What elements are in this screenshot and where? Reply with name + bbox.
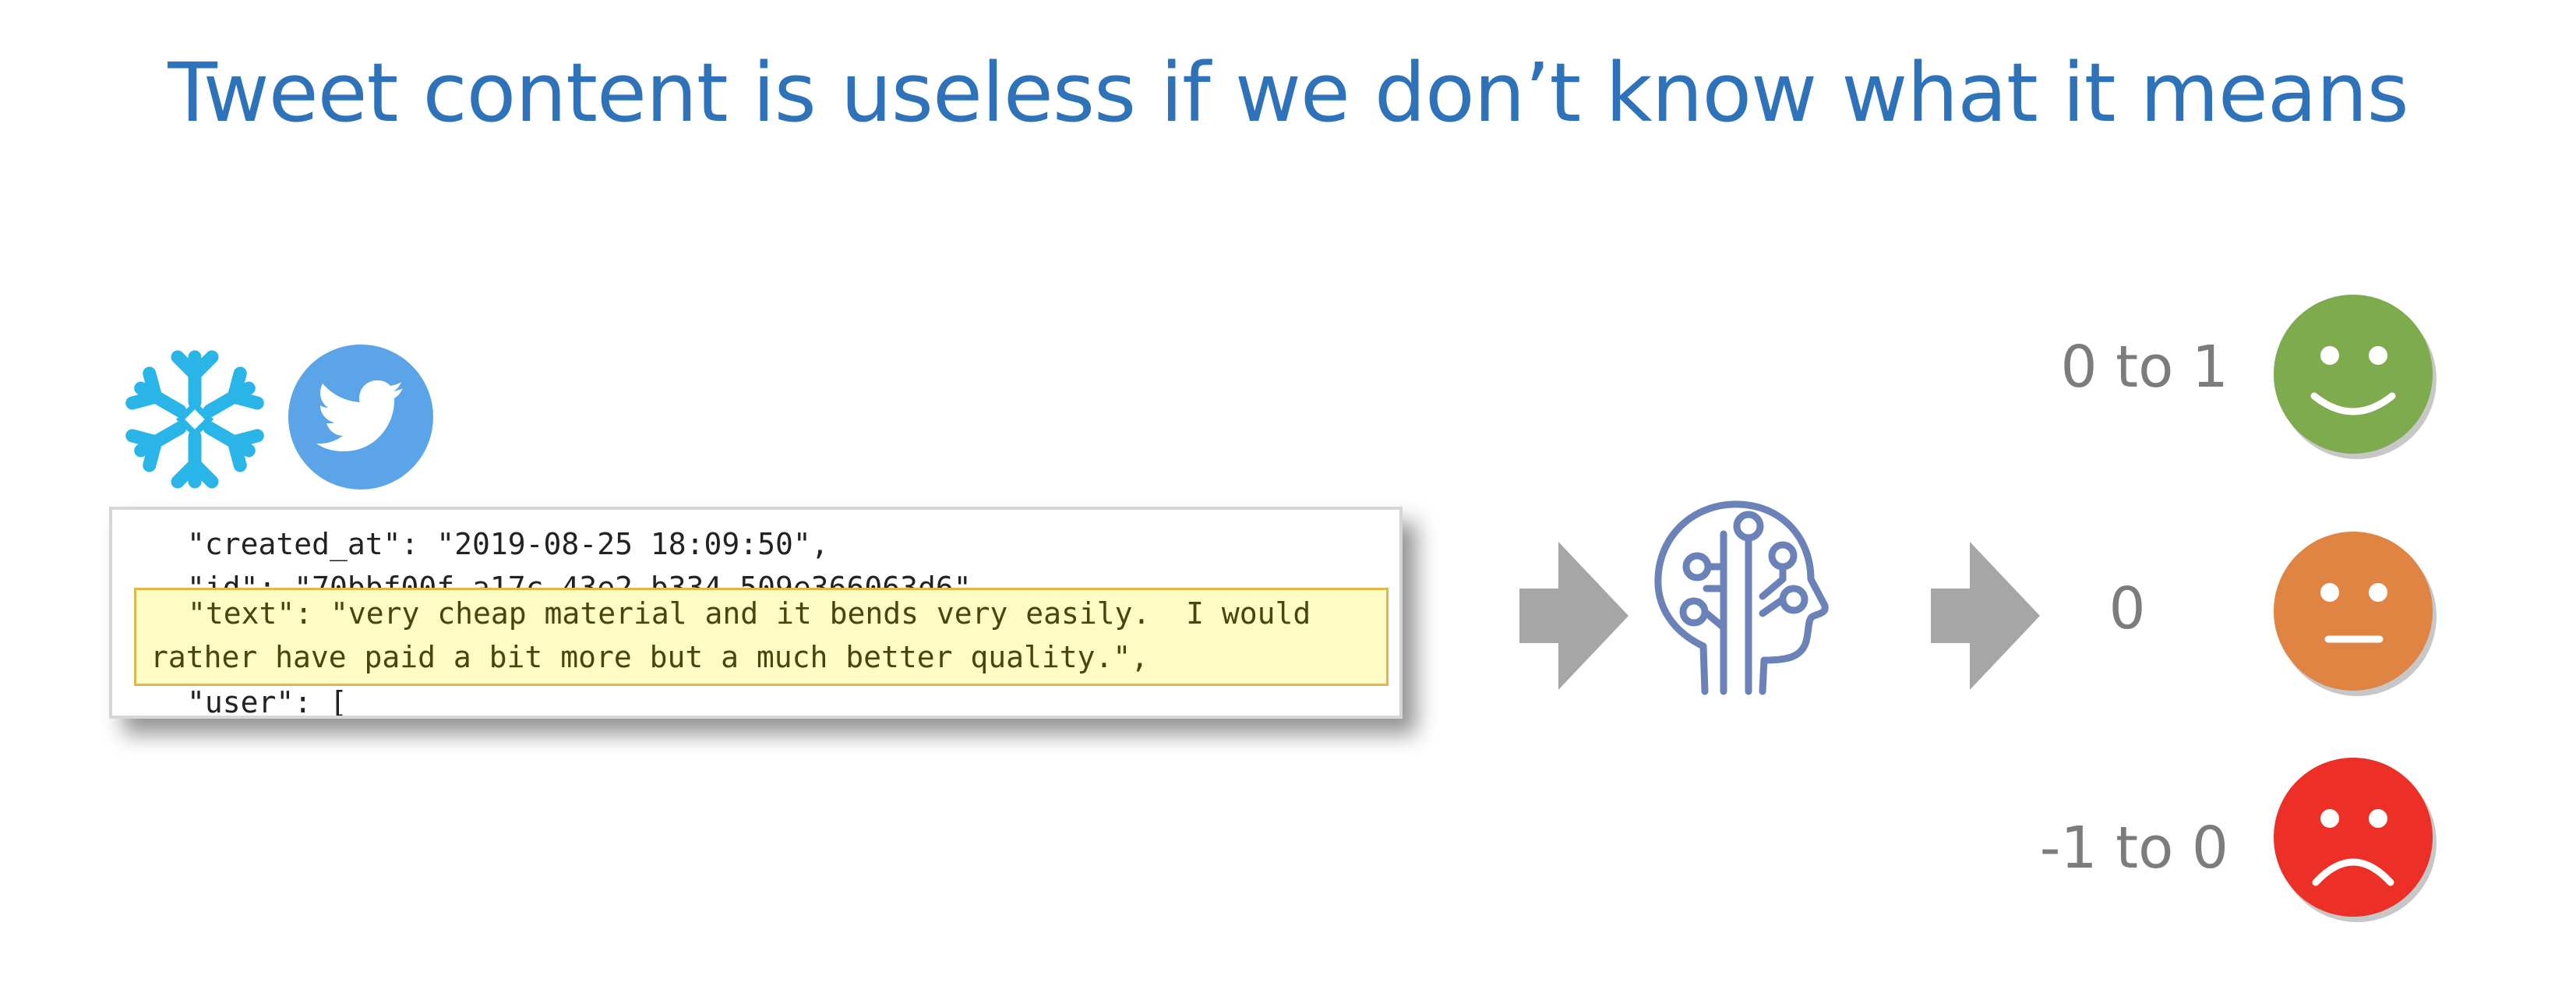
arrow-right-icon xyxy=(1931,542,2040,690)
tweet-json-snippet: "created_at": "2019-08-25 18:09:50", "id… xyxy=(109,507,1403,719)
slide-title: Tweet content is useless if we don’t kno… xyxy=(168,45,2408,140)
neutral-face-icon xyxy=(2274,532,2437,696)
json-text-line-2: rather have paid a bit more but a much b… xyxy=(150,640,1149,674)
snowflake-logo-icon xyxy=(125,350,265,490)
positive-score-label: 0 to 1 xyxy=(2060,334,2229,401)
arrow-right-icon xyxy=(1519,542,1629,690)
ai-brain-icon xyxy=(1654,500,1829,695)
twitter-logo-icon xyxy=(288,345,433,490)
json-user-line: "user": [ xyxy=(187,685,348,719)
happy-face-icon xyxy=(2274,295,2437,459)
sad-face-icon xyxy=(2274,758,2437,922)
neutral-score-label: 0 xyxy=(2108,575,2146,642)
json-created-at-line: "created_at": "2019-08-25 18:09:50", xyxy=(187,527,829,561)
tweet-text-highlight: "text": "very cheap material and it bend… xyxy=(134,588,1389,686)
negative-score-label: -1 to 0 xyxy=(2039,815,2228,882)
json-text-line-1: "text": "very cheap material and it bend… xyxy=(188,596,1311,631)
